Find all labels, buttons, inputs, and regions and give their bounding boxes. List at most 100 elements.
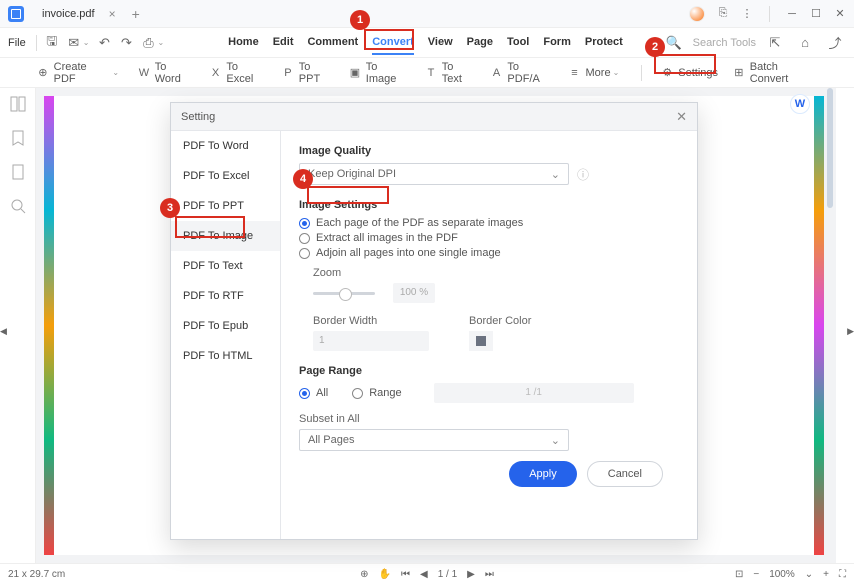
zoom-slider[interactable]	[313, 292, 375, 295]
app-icon	[8, 6, 24, 22]
mail-icon[interactable]: ✉	[65, 34, 83, 52]
subset-select[interactable]: All Pages	[299, 429, 569, 451]
page-indicator[interactable]: 1 / 1	[438, 569, 457, 580]
to-ppt-button[interactable]: P To PPT	[281, 61, 334, 85]
page-next-icon[interactable]: ▶	[467, 569, 475, 580]
pdfa-icon: A	[490, 66, 504, 80]
to-excel-button[interactable]: X To Excel	[209, 61, 267, 85]
file-menu[interactable]: File	[8, 37, 26, 49]
more-button[interactable]: ≡ More ⌄	[568, 66, 624, 80]
upload-icon[interactable]: ⤴	[826, 34, 844, 52]
zoom-chevron-icon[interactable]: ⌄	[805, 569, 813, 580]
word-badge-icon[interactable]: W	[790, 94, 810, 114]
tab-add-icon[interactable]: +	[132, 6, 140, 22]
sidebar-item-pdf-to-word[interactable]: PDF To Word	[171, 131, 280, 161]
apply-label: Apply	[529, 468, 557, 480]
search-panel-icon[interactable]	[10, 198, 26, 214]
chevron-down-icon[interactable]: ⌄	[157, 38, 164, 47]
page-last-icon[interactable]: ⏭	[485, 569, 494, 580]
sidebar-item-pdf-to-html[interactable]: PDF To HTML	[171, 341, 280, 371]
tab-comment[interactable]: Comment	[307, 31, 358, 55]
chevron-down-icon[interactable]: ⌄	[83, 38, 90, 47]
zoom-in-icon[interactable]: +	[823, 569, 829, 580]
create-pdf-button[interactable]: ⊕ Create PDF ⌄	[36, 61, 123, 85]
plus-doc-icon: ⊕	[36, 66, 50, 80]
page-prev-icon[interactable]: ◀	[420, 569, 428, 580]
undo-icon[interactable]: ↶	[95, 34, 113, 52]
bookmark-icon[interactable]	[10, 130, 26, 146]
batch-icon: ⊞	[732, 66, 746, 80]
radio-each-page[interactable]: Each page of the PDF as separate images	[299, 217, 679, 229]
thumbnails-icon[interactable]	[10, 96, 26, 112]
tab-page[interactable]: Page	[467, 31, 493, 55]
annotation-box-convert	[364, 29, 414, 50]
to-word-button[interactable]: W To Word	[137, 61, 195, 85]
apply-button[interactable]: Apply	[509, 461, 577, 487]
image-quality-select[interactable]: Keep Original DPI	[299, 163, 569, 185]
zoom-level[interactable]: 100%	[769, 569, 795, 580]
external-icon[interactable]: ⇱	[766, 34, 784, 52]
radio-label: All	[316, 387, 328, 399]
attachment-icon[interactable]	[10, 164, 26, 180]
page-next-icon[interactable]: ▶	[847, 326, 854, 337]
sidebar-item-pdf-to-text[interactable]: PDF To Text	[171, 251, 280, 281]
page-first-icon[interactable]: ⏮	[401, 569, 410, 580]
save-icon[interactable]: 🖫	[43, 34, 61, 52]
to-pdfa-button[interactable]: A To PDF/A	[490, 61, 554, 85]
window-maximize-icon[interactable]: ☐	[810, 8, 822, 20]
tab-home[interactable]: Home	[228, 31, 259, 55]
scrollbar-thumb[interactable]	[827, 88, 833, 208]
tool-label: More	[586, 67, 611, 79]
word-icon: W	[137, 66, 151, 80]
dialog-title: Setting	[181, 111, 215, 123]
annotation-box-image-settings	[307, 186, 389, 204]
radio-adjoin-pages[interactable]: Adjoin all pages into one single image	[299, 247, 679, 259]
share-icon[interactable]: ⎘	[717, 8, 729, 20]
pan-tool-icon[interactable]: ✋	[379, 569, 391, 580]
subset-label: Subset in All	[299, 413, 679, 425]
tab-tool[interactable]: Tool	[507, 31, 529, 55]
tab-edit[interactable]: Edit	[273, 31, 294, 55]
radio-icon	[299, 218, 310, 229]
tab-form[interactable]: Form	[543, 31, 571, 55]
search-icon[interactable]: 🔍	[665, 34, 683, 52]
fit-width-icon[interactable]: ⊡	[735, 569, 743, 580]
page-prev-icon[interactable]: ◀	[0, 326, 7, 337]
to-image-button[interactable]: ▣ To Image	[348, 61, 410, 85]
cancel-button[interactable]: Cancel	[587, 461, 663, 487]
kebab-icon[interactable]: ⋮	[741, 8, 753, 20]
print-icon[interactable]: ⎙	[139, 34, 157, 52]
subset-value: All Pages	[308, 434, 354, 446]
border-color-picker[interactable]	[469, 331, 493, 351]
settings-dialog: Setting ✕ PDF To Word PDF To Excel PDF T…	[170, 102, 698, 540]
to-text-button[interactable]: T To Text	[424, 61, 476, 85]
tab-view[interactable]: View	[428, 31, 453, 55]
fullscreen-icon[interactable]: ⛶	[839, 569, 846, 580]
redo-icon[interactable]: ↷	[117, 34, 135, 52]
tab-protect[interactable]: Protect	[585, 31, 623, 55]
zoom-value[interactable]: 100 %	[393, 283, 435, 303]
radio-all-pages[interactable]: All	[299, 387, 328, 399]
radio-range[interactable]: Range	[352, 387, 401, 399]
document-tab[interactable]: invoice.pdf ×	[32, 3, 126, 25]
separator	[769, 6, 770, 22]
sidebar-item-pdf-to-excel[interactable]: PDF To Excel	[171, 161, 280, 191]
search-tools-placeholder[interactable]: Search Tools	[693, 37, 756, 49]
sidebar-item-pdf-to-epub[interactable]: PDF To Epub	[171, 311, 280, 341]
border-width-input[interactable]: 1	[313, 331, 429, 351]
page-range-input[interactable]: 1 /1	[434, 383, 634, 403]
info-icon[interactable]: ⓘ	[577, 166, 589, 183]
annotation-marker-2: 2	[645, 37, 665, 57]
window-close-icon[interactable]: ✕	[834, 8, 846, 20]
cloud-icon[interactable]: ⌂	[796, 34, 814, 52]
radio-icon	[299, 233, 310, 244]
zoom-out-icon[interactable]: −	[753, 569, 759, 580]
hand-tool-icon[interactable]: ⊕	[360, 569, 368, 580]
radio-extract-images[interactable]: Extract all images in the PDF	[299, 232, 679, 244]
tab-close-icon[interactable]: ×	[109, 7, 116, 21]
batch-convert-button[interactable]: ⊞ Batch Convert	[732, 61, 818, 85]
window-minimize-icon[interactable]: ─	[786, 8, 798, 20]
user-avatar[interactable]	[689, 6, 705, 22]
dialog-close-icon[interactable]: ✕	[676, 109, 687, 125]
sidebar-item-pdf-to-rtf[interactable]: PDF To RTF	[171, 281, 280, 311]
